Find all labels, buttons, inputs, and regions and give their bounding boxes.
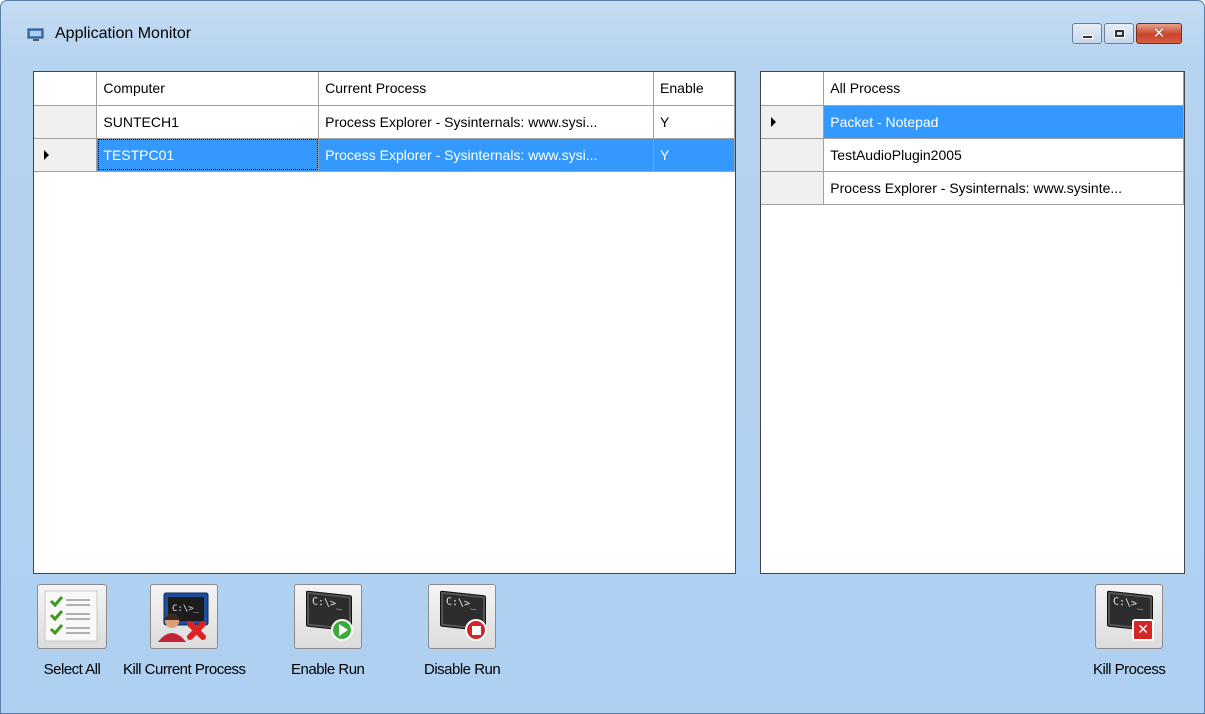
close-button[interactable]: ✕ [1136, 23, 1182, 44]
enable-run-label: Enable Run [291, 661, 365, 678]
column-header-enable[interactable]: Enable [653, 72, 735, 106]
process-cell[interactable]: Process Explorer - Sysinternals: www.sys… [823, 171, 1184, 205]
computers-table: Computer Current Process Enable SUNTECH1… [34, 72, 735, 172]
process-row[interactable]: TestAudioPlugin2005 [761, 138, 1184, 172]
computer-cell[interactable]: SUNTECH1 [96, 105, 320, 139]
row-header[interactable] [34, 138, 98, 172]
processes-header-row: All Process [761, 72, 1184, 106]
process-row[interactable]: Process Explorer - Sysinternals: www.sys… [761, 171, 1184, 205]
computers-grid[interactable]: Computer Current Process Enable SUNTECH1… [33, 71, 736, 574]
computers-header-row: Computer Current Process Enable [34, 72, 735, 106]
minimize-icon [1081, 34, 1093, 39]
disable-run-tool: C:\>_ Disable Run [424, 584, 501, 678]
row-header[interactable] [34, 105, 98, 139]
computer-row[interactable]: TESTPC01 Process Explorer - Sysinternals… [34, 138, 735, 172]
row-header[interactable] [761, 105, 825, 139]
close-icon: ✕ [1152, 24, 1166, 42]
caption-buttons: ✕ [1072, 23, 1182, 44]
select-all-label: Select All [43, 661, 101, 678]
column-header-all-process[interactable]: All Process [823, 72, 1184, 106]
current-row-arrow-icon [44, 149, 49, 160]
application-window: Application Monitor ✕ Computer Current P… [0, 0, 1205, 714]
row-header-corner[interactable] [34, 72, 98, 106]
kill-process-label: Kill Process [1093, 661, 1166, 678]
enable-cell[interactable]: Y [653, 105, 735, 139]
process-row[interactable]: Packet - Notepad [761, 105, 1184, 139]
processes-table: All Process Packet - Notepad TestAudioPl… [761, 72, 1184, 205]
enable-run-tool: C:\>_ Enable Run [291, 584, 365, 678]
x-icon: ✕ [1132, 619, 1155, 641]
kill-current-process-button[interactable]: C:\>_ [150, 584, 219, 649]
current-process-cell[interactable]: Process Explorer - Sysinternals: www.sys… [318, 138, 655, 172]
current-process-cell[interactable]: Process Explorer - Sysinternals: www.sys… [318, 105, 655, 139]
maximize-button[interactable] [1104, 23, 1134, 44]
disable-run-label: Disable Run [424, 661, 501, 678]
kill-current-process-tool: C:\>_ Kill Current Process [123, 584, 246, 678]
enable-cell[interactable]: Y [653, 138, 735, 172]
row-header[interactable] [761, 138, 825, 172]
column-header-computer[interactable]: Computer [96, 72, 320, 106]
computer-cell[interactable]: TESTPC01 [96, 138, 320, 172]
maximize-icon [1113, 29, 1125, 38]
stop-icon [465, 619, 488, 641]
minimize-button[interactable] [1072, 23, 1102, 44]
column-header-current-process[interactable]: Current Process [318, 72, 655, 106]
window-title: Application Monitor [55, 25, 192, 42]
title-bar[interactable]: Application Monitor ✕ [1, 1, 1204, 61]
disable-run-button[interactable]: C:\>_ [428, 584, 497, 649]
kill-process-button[interactable]: C:\>_ ✕ [1095, 584, 1164, 649]
select-all-button[interactable] [37, 584, 107, 649]
process-cell[interactable]: TestAudioPlugin2005 [823, 138, 1184, 172]
row-header[interactable] [761, 171, 825, 205]
checklist-icon [44, 590, 98, 642]
row-header-corner[interactable] [761, 72, 825, 106]
svg-text:C:\>_: C:\>_ [172, 604, 200, 614]
user-terminal-x-icon: C:\>_ [158, 592, 209, 642]
kill-process-tool: C:\>_ ✕ Kill Process [1093, 584, 1166, 678]
processes-grid[interactable]: All Process Packet - Notepad TestAudioPl… [760, 71, 1185, 574]
play-icon [330, 619, 353, 641]
process-cell[interactable]: Packet - Notepad [823, 105, 1184, 139]
select-all-tool: Select All [37, 584, 107, 678]
kill-current-process-label: Kill Current Process [123, 661, 246, 678]
monitor-icon [27, 28, 44, 41]
current-row-arrow-icon [771, 116, 776, 127]
computer-row[interactable]: SUNTECH1 Process Explorer - Sysinternals… [34, 105, 735, 139]
enable-run-button[interactable]: C:\>_ [293, 584, 362, 649]
